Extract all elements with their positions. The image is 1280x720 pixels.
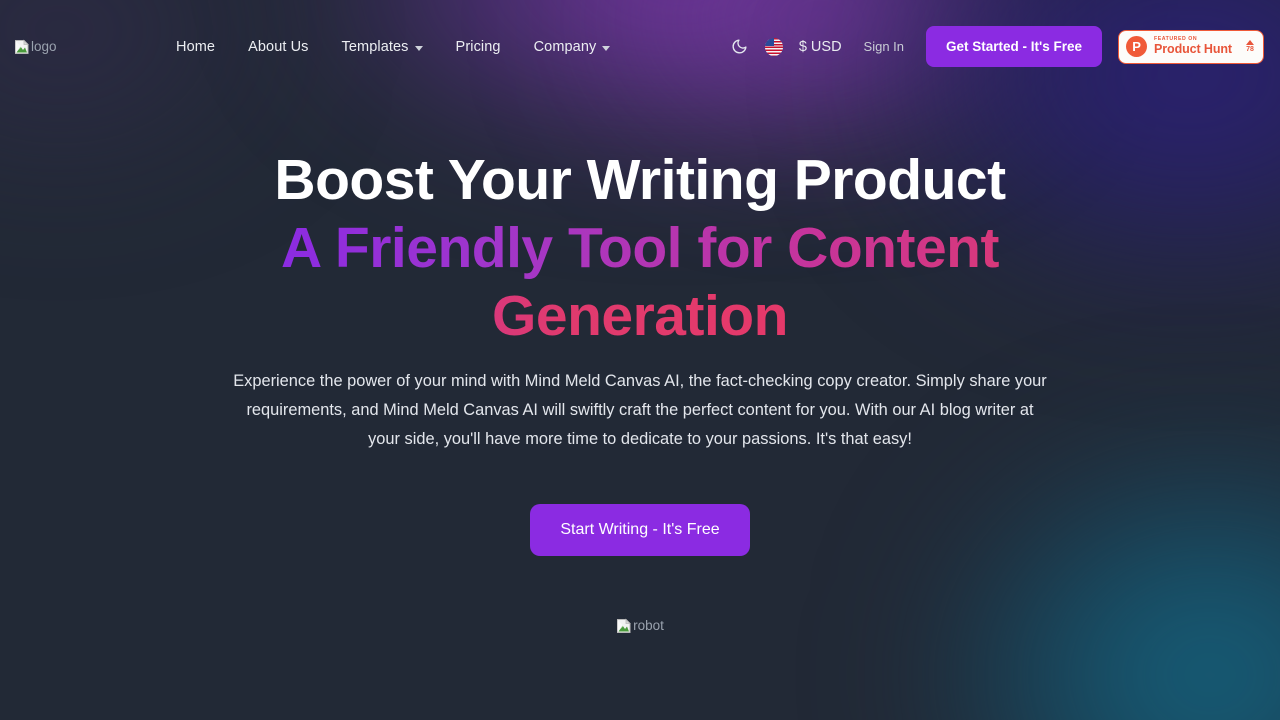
hero-illustration: robot xyxy=(0,618,1280,634)
nav-link-company-label: Company xyxy=(533,38,597,55)
product-hunt-name: Product Hunt xyxy=(1154,41,1232,56)
navbar-right-cluster: $ USD Sign In Get Started - It's Free P … xyxy=(727,26,1264,67)
product-hunt-badge[interactable]: P FEATURED ON Product Hunt 78 xyxy=(1118,29,1264,64)
nav-link-home[interactable]: Home xyxy=(176,39,215,55)
hero-section: Boost Your Writing Product A Friendly To… xyxy=(0,93,1280,634)
broken-image-icon xyxy=(14,39,30,55)
product-hunt-text: FEATURED ON Product Hunt xyxy=(1154,36,1232,56)
start-writing-button[interactable]: Start Writing - It's Free xyxy=(530,504,750,556)
currency-selector[interactable]: $ USD xyxy=(799,39,842,55)
nav-link-about-us[interactable]: About Us xyxy=(248,39,308,55)
logo-broken-image: logo xyxy=(14,39,57,55)
robot-broken-image: robot xyxy=(616,618,664,634)
get-started-button[interactable]: Get Started - It's Free xyxy=(926,26,1103,67)
dark-mode-toggle[interactable] xyxy=(727,34,753,60)
us-flag-icon[interactable] xyxy=(764,37,783,56)
page-root: logo Home About Us Templates Pricing Com… xyxy=(0,0,1280,634)
broken-image-icon xyxy=(616,618,632,634)
nav-link-company[interactable]: Company xyxy=(534,39,611,55)
logo-link[interactable]: logo xyxy=(14,39,164,55)
headline-line-1: Boost Your Writing Product xyxy=(274,148,1006,212)
chevron-down-icon xyxy=(602,45,611,51)
chevron-down-icon xyxy=(414,45,423,51)
nav-links: Home About Us Templates Pricing Company xyxy=(176,39,611,55)
logo-alt-text: logo xyxy=(31,38,57,54)
flag-canton xyxy=(764,37,774,46)
moon-icon xyxy=(731,38,748,55)
nav-link-pricing-label: Pricing xyxy=(455,38,501,55)
nav-link-home-label: Home xyxy=(176,38,216,55)
hero-cta-wrapper: Start Writing - It's Free xyxy=(0,504,1280,556)
product-hunt-logo-icon: P xyxy=(1126,36,1148,57)
top-navbar: logo Home About Us Templates Pricing Com… xyxy=(0,0,1280,93)
triangle-up-icon xyxy=(1246,40,1254,45)
nav-link-pricing[interactable]: Pricing xyxy=(456,39,501,55)
sign-in-link[interactable]: Sign In xyxy=(864,39,904,54)
product-hunt-vote-count: 78 xyxy=(1246,46,1254,53)
product-hunt-votes: 78 xyxy=(1246,40,1254,53)
headline-line-2: A Friendly Tool for Content Generation xyxy=(281,216,999,348)
nav-link-templates[interactable]: Templates xyxy=(342,39,423,55)
nav-link-templates-label: Templates xyxy=(341,38,409,55)
nav-link-about-us-label: About Us xyxy=(248,38,309,55)
robot-alt-text: robot xyxy=(633,618,664,634)
hero-subtext: Experience the power of your mind with M… xyxy=(233,372,1047,448)
page-title: Boost Your Writing Product A Friendly To… xyxy=(240,146,1040,350)
